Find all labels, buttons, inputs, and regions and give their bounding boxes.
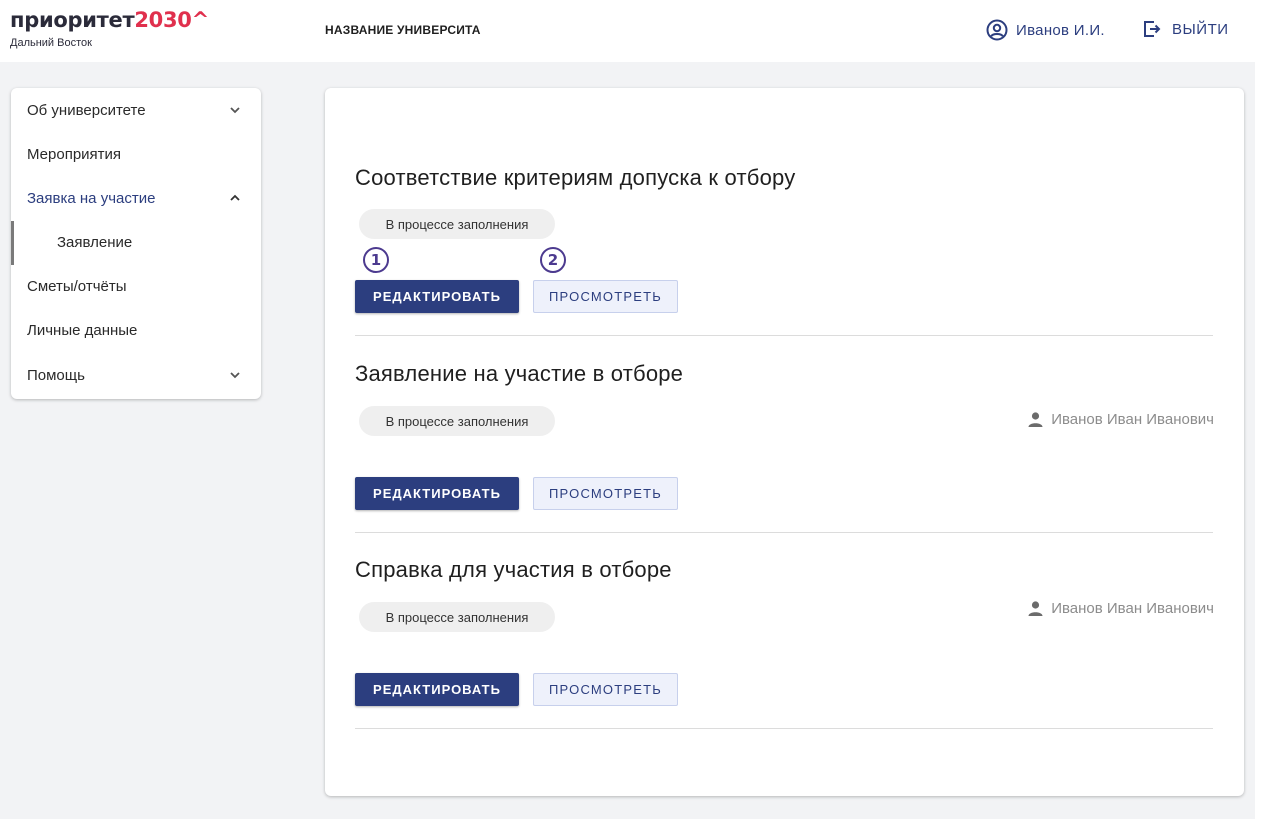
- person-icon: [1028, 601, 1043, 616]
- sidebar-item-label: Об университете: [27, 101, 146, 119]
- annotation-number-2: 2: [540, 247, 566, 273]
- section-title: Соответствие критериям допуска к отбору: [355, 165, 796, 190]
- main-card: Соответствие критериям допуска к отбору …: [325, 88, 1244, 796]
- user-profile[interactable]: Иванов И.И.: [986, 19, 1105, 41]
- owner-info: Иванов Иван Иванович: [1027, 411, 1214, 428]
- sidebar-item-label: Заявка на участие: [27, 189, 156, 207]
- chevron-down-icon: [230, 372, 240, 379]
- status-badge: В процессе заполнения: [359, 406, 555, 436]
- edit-button[interactable]: РЕДАКТИРОВАТЬ: [355, 673, 519, 706]
- sidebar-item-help[interactable]: Помощь: [11, 357, 261, 393]
- sidebar-item-label: Мероприятия: [27, 145, 122, 163]
- logout-icon: [1144, 21, 1161, 37]
- view-button[interactable]: ПРОСМОТРЕТЬ: [533, 673, 678, 706]
- sidebar-item-label: Сметы/отчёты: [27, 277, 127, 295]
- edit-button[interactable]: РЕДАКТИРОВАТЬ: [355, 280, 519, 313]
- sidebar-item-label: Личные данные: [27, 321, 138, 339]
- section-divider: [355, 532, 1213, 533]
- view-button[interactable]: ПРОСМОТРЕТЬ: [533, 477, 678, 510]
- edit-button[interactable]: РЕДАКТИРОВАТЬ: [355, 477, 519, 510]
- logout-label: ВЫЙТИ: [1172, 20, 1229, 38]
- owner-info: Иванов Иван Иванович: [1027, 600, 1214, 617]
- university-name: НАЗВАНИЕ УНИВЕРСИТА: [325, 23, 481, 37]
- logo[interactable]: приоритет2030^ Дальний Восток: [10, 8, 209, 49]
- sidebar: Об университете Мероприятия Заявка на уч…: [11, 88, 261, 399]
- section-divider: [355, 335, 1213, 336]
- person-icon: [1028, 412, 1043, 427]
- user-circle-icon: [986, 19, 1008, 41]
- top-header: приоритет2030^ Дальний Восток НАЗВАНИЕ У…: [0, 0, 1275, 62]
- sidebar-item-statement[interactable]: Заявление: [11, 224, 261, 260]
- sidebar-item-label: Помощь: [27, 366, 85, 384]
- sidebar-item-estimates[interactable]: Сметы/отчёты: [11, 268, 261, 304]
- sidebar-item-about[interactable]: Об университете: [11, 92, 261, 128]
- annotation-number-1: 1: [363, 247, 389, 273]
- status-badge: В процессе заполнения: [359, 209, 555, 239]
- sidebar-item-application[interactable]: Заявка на участие: [11, 180, 261, 216]
- logo-word: приоритет: [10, 8, 135, 32]
- owner-name: Иванов Иван Иванович: [1051, 411, 1214, 428]
- view-button[interactable]: ПРОСМОТРЕТЬ: [533, 280, 678, 313]
- logout-button[interactable]: ВЫЙТИ: [1142, 19, 1229, 39]
- sidebar-item-personal-data[interactable]: Личные данные: [11, 312, 261, 348]
- sidebar-item-label: Заявление: [57, 233, 133, 251]
- logo-subtitle: Дальний Восток: [10, 37, 92, 49]
- sidebar-item-events[interactable]: Мероприятия: [11, 136, 261, 172]
- chevron-up-icon: [230, 194, 240, 201]
- logo-title: приоритет2030^: [10, 8, 209, 32]
- status-badge: В процессе заполнения: [359, 602, 555, 632]
- user-name: Иванов И.И.: [1016, 21, 1105, 39]
- chevron-down-icon: [230, 107, 240, 114]
- logo-year: 2030^: [134, 8, 209, 32]
- section-title: Заявление на участие в отборе: [355, 361, 684, 386]
- owner-name: Иванов Иван Иванович: [1051, 600, 1214, 617]
- section-divider: [355, 728, 1213, 729]
- section-title: Справка для участия в отборе: [355, 557, 672, 582]
